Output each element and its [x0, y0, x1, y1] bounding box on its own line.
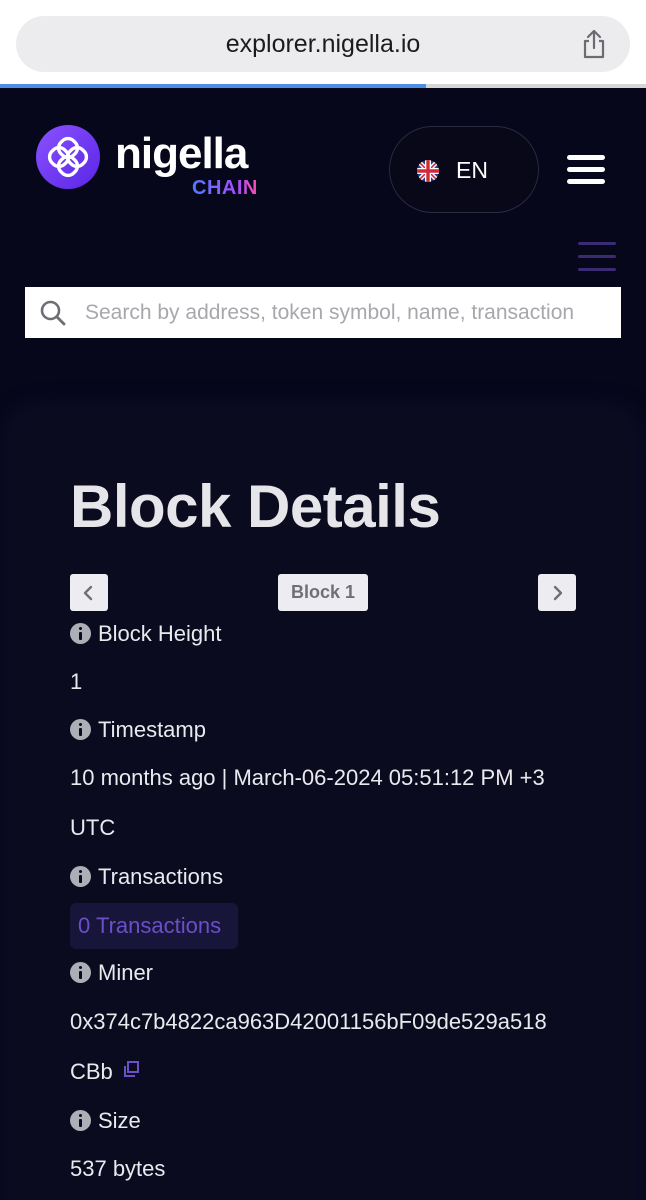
transactions-label-text: Transactions	[98, 864, 224, 889]
secondary-menu-icon[interactable]	[578, 240, 618, 274]
search-input[interactable]	[85, 287, 621, 338]
info-icon	[70, 866, 91, 887]
info-icon	[70, 962, 91, 983]
miner-label-text: Miner	[98, 960, 154, 985]
language-label: EN	[456, 157, 488, 183]
url-text[interactable]: explorer.nigella.io	[16, 16, 630, 72]
info-icon	[70, 623, 91, 644]
chevron-left-icon	[83, 585, 93, 601]
block-height-label-text: Block Height	[98, 621, 222, 646]
chevron-right-icon	[553, 585, 563, 601]
site-logo[interactable]: nigella CHAIN	[36, 125, 276, 200]
info-icon	[70, 719, 91, 740]
copy-icon[interactable]	[121, 1060, 141, 1080]
previous-block-button[interactable]	[70, 574, 108, 611]
size-value: 537 bytes	[70, 1156, 166, 1181]
hamburger-menu-icon[interactable]	[567, 155, 607, 187]
language-selector[interactable]: EN	[389, 126, 539, 213]
uk-flag-icon	[417, 160, 439, 182]
timestamp-value-timezone: UTC	[70, 815, 116, 840]
page-load-progress-fill	[0, 84, 427, 88]
logo-name: nigella	[115, 129, 248, 178]
transactions-link[interactable]: 0 Transactions	[70, 903, 238, 949]
browser-bar: explorer.nigella.io	[0, 0, 646, 88]
page-load-progress	[0, 84, 646, 88]
size-label-text: Size	[98, 1108, 141, 1133]
search-icon	[40, 300, 66, 326]
info-icon	[70, 1110, 91, 1131]
next-block-button[interactable]	[538, 574, 576, 611]
block-number-badge: Block 1	[278, 574, 368, 611]
logo-subtitle: CHAIN	[192, 177, 258, 199]
search-bar[interactable]	[25, 287, 621, 338]
nigella-logo-icon	[36, 125, 100, 189]
timestamp-value: 10 months ago | March-06-2024 05:51:12 P…	[70, 765, 545, 790]
page-title: Block Details	[70, 473, 441, 540]
timestamp-label-text: Timestamp	[98, 717, 206, 742]
address-bar[interactable]: explorer.nigella.io	[16, 16, 630, 72]
share-icon[interactable]	[578, 28, 610, 60]
miner-address-suffix[interactable]: CBb	[70, 1057, 113, 1087]
block-height-value: 1	[70, 669, 83, 694]
miner-address[interactable]: 0x374c7b4822ca963D42001156bF09de529a518	[70, 1007, 547, 1037]
